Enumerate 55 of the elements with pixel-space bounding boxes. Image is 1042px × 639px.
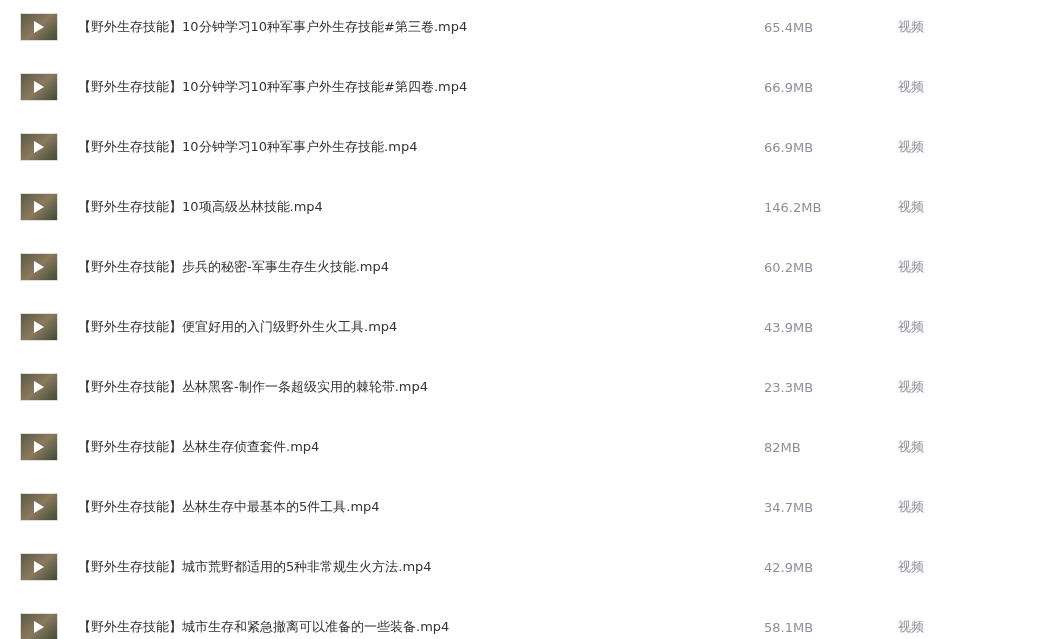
play-icon xyxy=(34,501,44,513)
file-name[interactable]: 【野外生存技能】丛林生存中最基本的5件工具.mp4 xyxy=(78,498,764,516)
file-size: 42.9MB xyxy=(764,559,815,575)
file-name[interactable]: 【野外生存技能】便宜好用的入门级野外生火工具.mp4 xyxy=(78,318,764,336)
video-thumbnail[interactable] xyxy=(20,313,58,341)
play-icon xyxy=(34,561,44,573)
file-size: 23.3MB xyxy=(764,379,815,395)
file-size: 58.1MB xyxy=(764,619,815,635)
play-icon xyxy=(34,81,44,93)
video-thumbnail[interactable] xyxy=(20,493,58,521)
file-name[interactable]: 【野外生存技能】丛林黑客-制作一条超级实用的棘轮带.mp4 xyxy=(78,378,764,396)
file-name[interactable]: 【野外生存技能】10分钟学习10种军事户外生存技能#第三卷.mp4 xyxy=(78,18,764,36)
file-size: 146.2MB xyxy=(764,199,823,215)
play-icon xyxy=(34,21,44,33)
play-icon xyxy=(34,381,44,393)
file-name[interactable]: 【野外生存技能】丛林生存侦查套件.mp4 xyxy=(78,438,764,456)
play-icon xyxy=(34,321,44,333)
play-icon xyxy=(34,621,44,633)
file-name[interactable]: 【野外生存技能】10分钟学习10种军事户外生存技能#第四卷.mp4 xyxy=(78,78,764,96)
video-thumbnail[interactable] xyxy=(20,373,58,401)
file-type: 视频 xyxy=(898,198,924,216)
file-type: 视频 xyxy=(898,18,924,36)
file-type: 视频 xyxy=(898,498,924,516)
file-size: 66.9MB xyxy=(764,79,815,95)
video-thumbnail[interactable] xyxy=(20,253,58,281)
video-thumbnail[interactable] xyxy=(20,553,58,581)
video-thumbnail[interactable] xyxy=(20,13,58,41)
file-type: 视频 xyxy=(898,138,924,156)
file-type: 视频 xyxy=(898,378,924,396)
file-type: 视频 xyxy=(898,438,924,456)
file-size: 65.4MB xyxy=(764,19,815,35)
video-thumbnail[interactable] xyxy=(20,73,58,101)
file-type: 视频 xyxy=(898,318,924,336)
video-thumbnail[interactable] xyxy=(20,613,58,639)
file-size: 66.9MB xyxy=(764,139,815,155)
video-thumbnail[interactable] xyxy=(20,133,58,161)
file-type: 视频 xyxy=(898,618,924,636)
file-size: 82MB xyxy=(764,439,802,455)
file-type: 视频 xyxy=(898,258,924,276)
file-name[interactable]: 【野外生存技能】城市生存和紧急撤离可以准备的一些装备.mp4 xyxy=(78,618,764,636)
play-icon xyxy=(34,201,44,213)
video-thumbnail[interactable] xyxy=(20,433,58,461)
file-name[interactable]: 【野外生存技能】步兵的秘密-军事生存生火技能.mp4 xyxy=(78,258,764,276)
file-type: 视频 xyxy=(898,558,924,576)
file-name[interactable]: 【野外生存技能】城市荒野都适用的5种非常规生火方法.mp4 xyxy=(78,558,764,576)
file-size: 34.7MB xyxy=(764,499,815,515)
play-icon xyxy=(34,141,44,153)
play-icon xyxy=(34,261,44,273)
file-name[interactable]: 【野外生存技能】10分钟学习10种军事户外生存技能.mp4 xyxy=(78,138,764,156)
video-thumbnail[interactable] xyxy=(20,193,58,221)
file-size: 43.9MB xyxy=(764,319,815,335)
file-type: 视频 xyxy=(898,78,924,96)
file-name[interactable]: 【野外生存技能】10项高级丛林技能.mp4 xyxy=(78,198,764,216)
play-icon xyxy=(34,441,44,453)
file-size: 60.2MB xyxy=(764,259,815,275)
